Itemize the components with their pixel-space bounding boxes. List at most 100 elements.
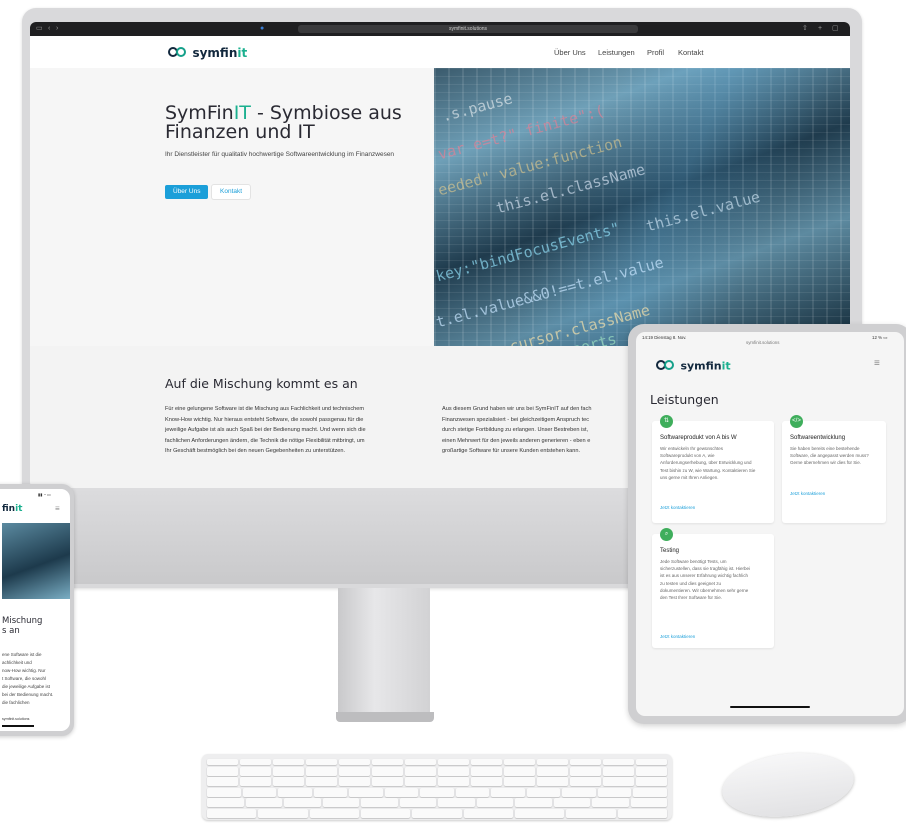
- keyboard-key: [537, 759, 568, 765]
- service-card: ⇅ Softwareprodukt von A bis W Wir entwic…: [652, 415, 774, 523]
- hero-title: SymFinIT - Symbiose aus Finanzen und IT: [165, 104, 402, 142]
- leistungen-title: Leistungen: [650, 392, 719, 407]
- code-line: .s.pause: [440, 89, 515, 126]
- text-line: fachlichen Anforderungen ändern, die Tec…: [165, 437, 365, 444]
- hero-title-line2: Finanzen und IT: [165, 121, 315, 143]
- keyboard-key: [405, 766, 436, 776]
- keyboard-key: [617, 809, 667, 818]
- keyboard-key: [405, 777, 436, 787]
- keyboard-key: [603, 766, 634, 776]
- new-tab-icon[interactable]: +: [818, 22, 822, 36]
- keyboard-key: [306, 777, 337, 787]
- status-time: 14:19 Dienstag 8. Nov.: [642, 335, 687, 340]
- code-line: this.el.value: [644, 187, 763, 236]
- keyboard-key: [309, 809, 359, 818]
- logo-accent: it: [15, 504, 23, 514]
- text-line: einen Mehrwert für den jeweils anderen g…: [442, 437, 591, 444]
- text-line: durch stetige Fortbildung zu erlangen. U…: [442, 427, 589, 433]
- text-line: großartige Software für unsere Kunden en…: [442, 448, 581, 454]
- keyboard-key: [207, 787, 241, 797]
- card-title: Softwareentwicklung: [790, 435, 846, 441]
- code-icon: </>: [790, 415, 803, 428]
- hero-image: .s.pause var e=t?" finite":( eeded" valu…: [434, 68, 850, 346]
- text-line: Ihr Geschäft bestmöglich bei den neuen G…: [165, 448, 346, 454]
- nav-profil[interactable]: Profil: [647, 48, 664, 57]
- keyboard-key: [471, 766, 502, 776]
- nav-kontakt[interactable]: Kontakt: [678, 48, 703, 57]
- title-line: Mischung: [2, 616, 43, 626]
- tablet-status-bar: 14:19 Dienstag 8. Nov. symfinit.solution…: [636, 332, 904, 346]
- card-title: Testing: [660, 548, 680, 554]
- keyboard-key: [240, 759, 271, 765]
- tablet-logo[interactable]: symfinit: [656, 357, 731, 375]
- keyboard-key: [597, 787, 632, 797]
- keyboard-key: [339, 759, 370, 765]
- keyboard-key: [553, 798, 590, 808]
- logo-text: symfin: [192, 45, 238, 60]
- back-icon[interactable]: ‹: [48, 22, 50, 36]
- text-line: Aus diesem Grund haben wir uns bei SymFi…: [442, 406, 592, 412]
- status-url: symfinit.solutions: [746, 340, 780, 345]
- logo-infinity-icon: [168, 46, 188, 59]
- keyboard-key: [349, 787, 383, 797]
- keyboard-key: [438, 766, 469, 776]
- keyboard-key: [420, 787, 454, 797]
- keyboard-key: [242, 787, 277, 797]
- kontakt-button[interactable]: Kontakt: [212, 185, 251, 199]
- keyboard-key: [273, 759, 304, 765]
- menu-icon[interactable]: ≡: [55, 504, 60, 513]
- hero-subtitle: Ihr Dienstleister für qualitativ hochwer…: [165, 151, 395, 158]
- keyboard-key: [361, 798, 398, 808]
- keyboard-key: [438, 759, 469, 765]
- home-indicator: [2, 725, 34, 727]
- keyboard-key: [603, 759, 634, 765]
- text-line: now-How wichtig. Nur: [2, 668, 46, 673]
- phone-logo[interactable]: finit: [2, 504, 22, 514]
- keyboard-key: [405, 759, 436, 765]
- text-line: bei der Bedienung macht.: [2, 692, 54, 697]
- keyboard-key: [273, 777, 304, 787]
- keyboard-key: [491, 787, 525, 797]
- ueber-uns-button[interactable]: Über Uns: [165, 185, 209, 199]
- keyboard-key: [207, 798, 244, 808]
- forward-icon[interactable]: ›: [56, 22, 58, 36]
- tabs-icon[interactable]: ▢: [832, 22, 839, 36]
- phone-screen: ▮▮ ◔ ▭ finit ≡ Mischung s an ene Softwar…: [0, 489, 70, 731]
- keyboard-key: [258, 809, 308, 818]
- sidebar-icon[interactable]: ▭: [36, 22, 43, 36]
- keyboard-key: [306, 766, 337, 776]
- about-text-col1: Für eine gelungene Software ist die Misc…: [165, 404, 445, 457]
- url-text: symfinit.solutions: [448, 26, 488, 32]
- shield-icon: ●: [260, 25, 265, 32]
- keyboard-key: [515, 809, 565, 818]
- site-header: symfinit Über Uns Leistungen Profil Kont…: [30, 36, 850, 69]
- tablet-screen: 14:19 Dienstag 8. Nov. symfinit.solution…: [636, 332, 904, 716]
- keyboard-key: [633, 787, 667, 797]
- card-link[interactable]: Jetzt kontaktieren: [790, 491, 825, 496]
- phone-frame: ▮▮ ◔ ▭ finit ≡ Mischung s an ene Softwar…: [0, 484, 74, 736]
- card-text: Wir entwickeln Ihr gewünschtes Softwarep…: [660, 446, 756, 480]
- text-line: Für eine gelungene Software ist die Misc…: [165, 406, 364, 412]
- card-title: Softwareprodukt von A bis W: [660, 435, 737, 441]
- keyboard-key: [372, 759, 403, 765]
- keyboard-key: [515, 798, 552, 808]
- text-line: jeweilige Aufgabe ist als auch Spaß bei …: [165, 427, 366, 433]
- keyboard-key: [278, 787, 312, 797]
- logo[interactable]: symfinit: [168, 44, 247, 62]
- url-bar[interactable]: symfinit.solutions: [298, 25, 638, 33]
- text-line: Know-How wichtig. Nur hieraus entsteht S…: [165, 416, 364, 423]
- keyboard-key: [603, 777, 634, 787]
- nav-ueber-uns[interactable]: Über Uns: [554, 48, 586, 57]
- phone-status-icons: ▮▮ ◔ ▭: [38, 492, 51, 497]
- keyboard-key: [339, 766, 370, 776]
- phone-section-title: Mischung s an: [2, 616, 42, 636]
- card-link[interactable]: Jetzt kontaktieren: [660, 634, 695, 639]
- keyboard-key: [207, 809, 257, 818]
- phone-url: symfinit.solutions: [2, 717, 30, 721]
- menu-icon[interactable]: ≡: [874, 358, 880, 369]
- keyboard-key: [504, 759, 535, 765]
- keyboard-key: [570, 766, 601, 776]
- share-icon[interactable]: ⇧: [802, 22, 808, 36]
- card-link[interactable]: Jetzt kontaktieren: [660, 505, 695, 510]
- nav-leistungen[interactable]: Leistungen: [598, 48, 635, 57]
